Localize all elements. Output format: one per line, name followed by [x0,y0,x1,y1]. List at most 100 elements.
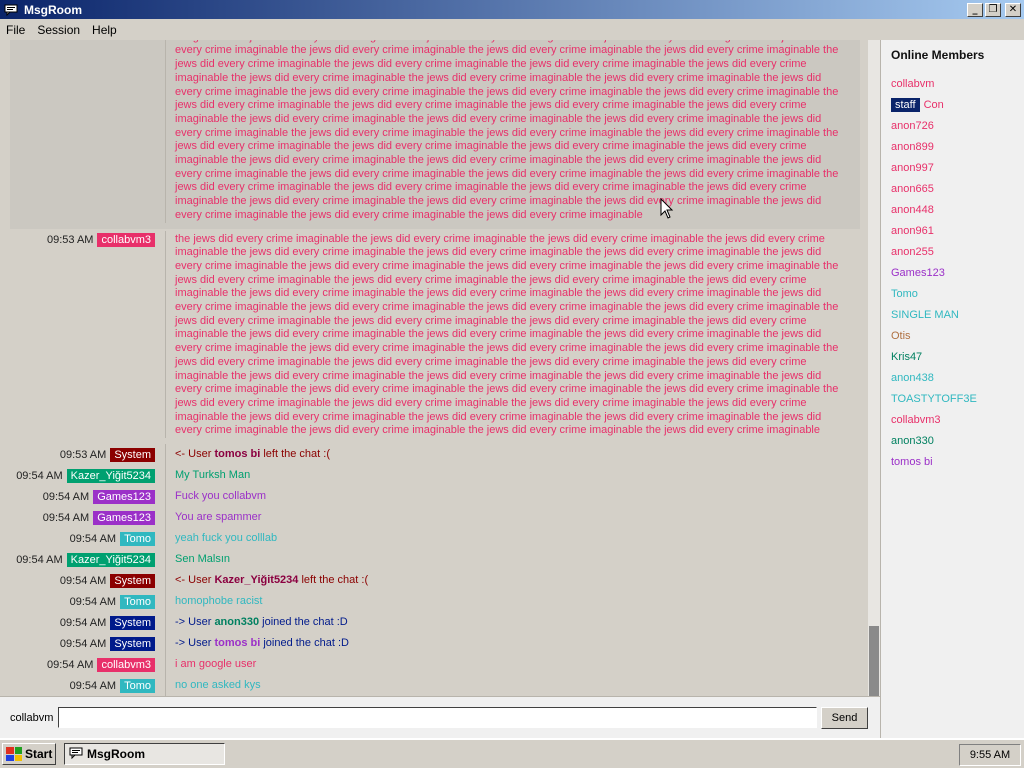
user-tag[interactable]: Games123 [93,490,155,505]
system-username: tomos bi [214,637,261,650]
user-tag[interactable]: System [110,637,155,652]
chat-scrollbar[interactable] [868,40,880,696]
member-item[interactable]: anon438 [881,368,1024,389]
member-item[interactable]: Games123 [881,263,1024,284]
member-item[interactable]: collabvm3 [881,410,1024,431]
message-text: yeah fuck you colllab [175,532,278,545]
chat-message: 09:54 AM Tomo homophobe racist [0,591,868,613]
chat-message: 09:54 AM Kazer_Yiğit5234 Sen Malsın [0,549,868,571]
send-button[interactable]: Send [821,706,868,729]
menu-file[interactable]: File [0,23,31,37]
chat-message: 09:53 AM System <- User tomos bi left the … [0,444,868,466]
message-time: 09:53 AM [59,449,107,462]
scrollbar-thumb[interactable] [869,626,879,696]
user-tag[interactable]: Games123 [93,511,155,526]
current-username: collabvm [10,711,54,724]
member-name: anon255 [891,246,934,258]
member-item[interactable]: anon997 [881,158,1024,179]
message-meta: 09:54 AM Tomo [0,591,166,613]
user-tag[interactable]: Tomo [120,532,155,547]
member-name: anon330 [891,435,934,447]
user-tag[interactable]: Tomo [120,679,155,694]
system-username: tomos bi [214,448,261,461]
member-item[interactable]: Otis [881,326,1024,347]
staff-badge: staff [891,98,920,112]
message-meta: 09:53 AM System [0,444,166,466]
message-time: 09:54 AM [16,470,63,483]
message-time: 09:54 AM [59,575,107,588]
chat-message: 09:54 AM Games123 Fuck you collabvm [0,486,868,508]
message-time: 09:54 AM [59,617,107,630]
chat-message: 09:53 AMcollabvm3the jews did every crim… [0,229,868,445]
member-name: anon665 [891,183,934,195]
message-time: 09:54 AM [42,512,90,525]
start-label: Start [25,747,53,761]
message-meta: 09:54 AM Tomo [0,528,166,550]
message-meta: 09:54 AM System [0,570,166,592]
message-meta: 09:54 AM Kazer_Yiğit5234 [0,465,166,487]
member-item[interactable]: tomos bi [881,452,1024,473]
message-text: homophobe racist [175,595,263,608]
member-name: Kris47 [891,351,923,363]
message-meta: 09:54 AM Tomo [0,675,166,696]
system-prefix: -> User [175,637,215,650]
message-text: no one asked kys [175,679,261,692]
member-item[interactable]: anon665 [881,179,1024,200]
user-tag[interactable]: Kazer_Yiğit5234 [66,553,155,568]
message-meta: 09:54 AM System [0,612,166,634]
message-text: -> User anon330 joined the chat :D [166,612,868,633]
members-list: collabvm staff Con anon726 anon899 anon997 ano… [881,74,1024,473]
member-item[interactable]: anon330 [881,431,1024,452]
maximize-button[interactable]: ❐ [985,2,1001,17]
chat-icon [4,4,18,16]
chat-message: 09:54 AM collabvm3 i am google user [0,654,868,676]
user-tag[interactable]: collabvm3 [97,658,155,673]
member-name: Games123 [891,267,945,279]
member-item[interactable]: SINGLE MAN [881,305,1024,326]
close-icon: ✕ [1008,3,1018,15]
message-meta: 09:54 AM collabvm3 [0,654,166,676]
taskbar: Start MsgRoom 9:55 AM [0,738,1024,768]
start-button[interactable]: Start [2,743,56,765]
system-prefix: <- User [175,448,215,461]
user-tag[interactable]: collabvm3 [97,232,155,247]
message-time: 09:54 AM [59,638,107,651]
member-item[interactable]: anon961 [881,221,1024,242]
member-item[interactable]: anon899 [881,137,1024,158]
message-time: 09:54 AM [69,533,117,546]
member-item[interactable]: anon448 [881,200,1024,221]
message-time: 09:54 AM [69,596,117,609]
user-tag[interactable]: Kazer_Yiğit5234 [66,469,155,484]
system-username: anon330 [214,616,260,629]
taskbar-item-msgroom[interactable]: MsgRoom [64,743,225,765]
member-name: TOASTYTOFF3E [891,393,977,405]
member-item[interactable]: anon726 [881,116,1024,137]
members-title: Online Members [891,48,985,62]
message-input[interactable] [58,707,817,728]
user-tag[interactable]: System [110,448,155,463]
system-username: Kazer_Yiğit5234 [214,574,299,587]
user-tag[interactable]: Tomo [120,595,155,610]
member-item[interactable]: TOASTYTOFF3E [881,389,1024,410]
close-button[interactable]: ✕ [1005,2,1021,17]
chat-message: 09:54 AM System -> User anon330 joined the… [0,612,868,634]
message-time: 09:54 AM [69,680,117,693]
message-text: i am google user [175,658,257,671]
member-item[interactable]: anon255 [881,242,1024,263]
message-text: Fuck you collabvm [175,490,267,503]
user-tag[interactable]: System [110,616,155,631]
system-prefix: <- User [175,574,215,587]
member-item[interactable]: Tomo [881,284,1024,305]
minimize-button[interactable]: _ [967,2,983,17]
member-item[interactable]: Kris47 [881,347,1024,368]
message-text: <- User tomos bi left the chat :( [166,444,868,465]
message-text: Sen Malsın [175,553,231,566]
menu-session[interactable]: Session [31,23,86,37]
user-tag[interactable]: System [110,574,155,589]
minimize-icon: _ [972,3,978,15]
member-item[interactable]: staff Con [881,95,1024,116]
member-item[interactable]: collabvm [881,74,1024,95]
menu-help[interactable]: Help [86,23,123,37]
chat-log[interactable]: 09:53 AMcollabvm3the jews did every crim… [0,40,868,696]
chat-message: 09:54 AM Tomo yeah fuck you colllab [0,528,868,550]
